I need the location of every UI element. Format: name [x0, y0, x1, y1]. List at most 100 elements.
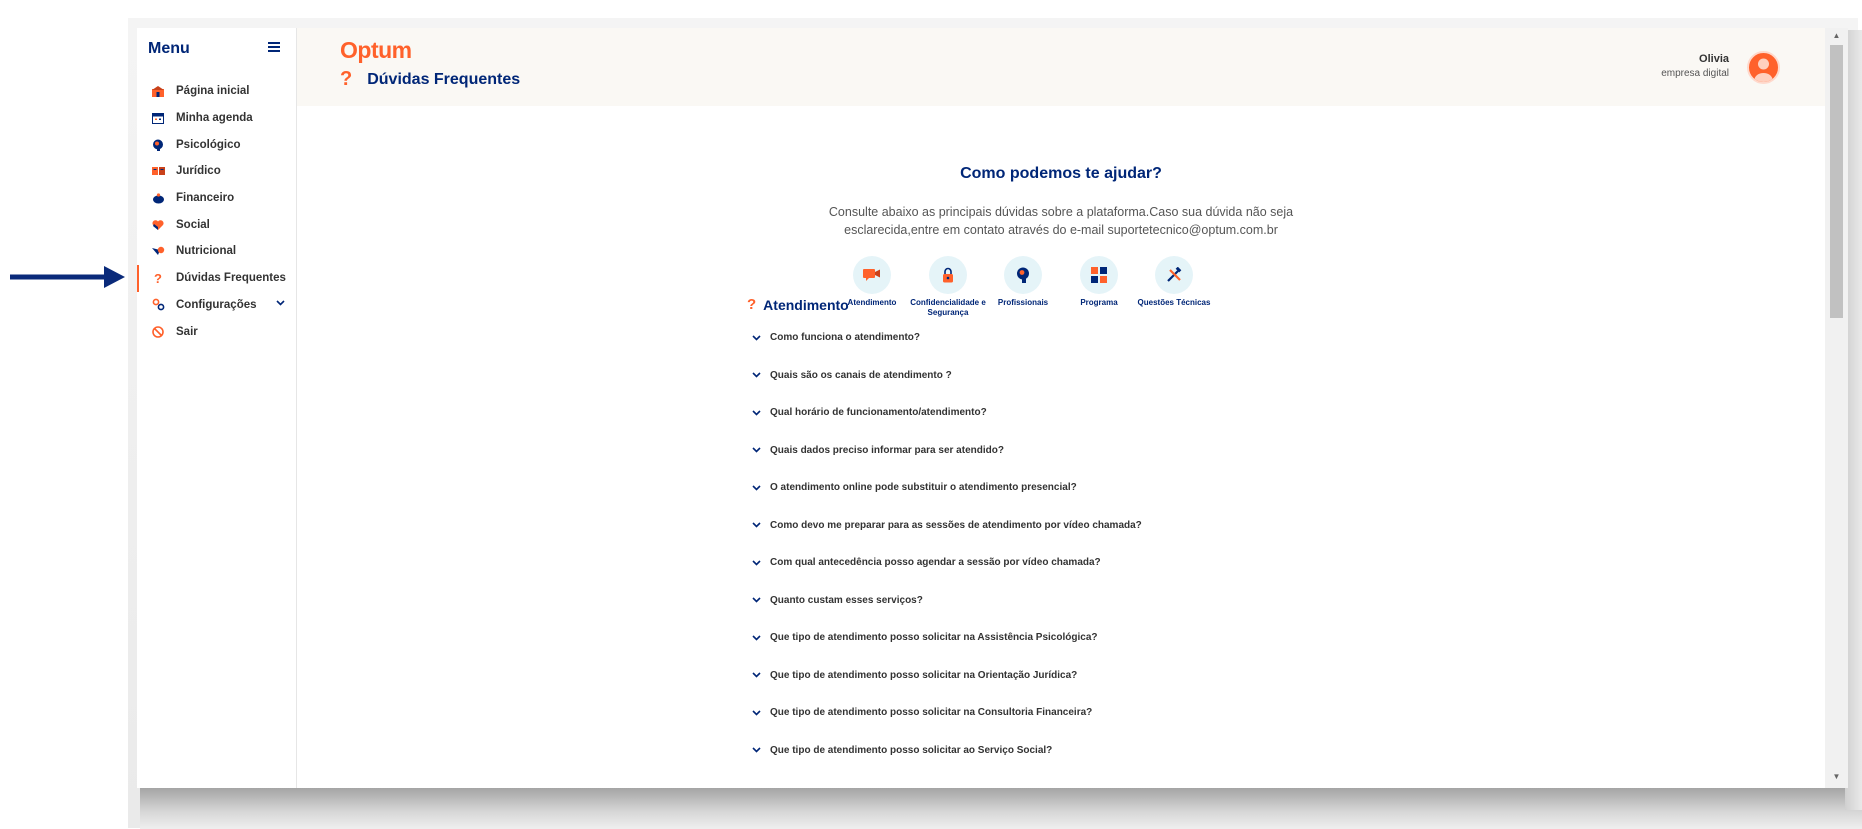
faq-item[interactable]: Que tipo de atendimento posso solicitar …	[752, 694, 1452, 732]
faq-item[interactable]: Que tipo de atendimento posso solicitar …	[752, 732, 1452, 770]
section-title: Atendimento	[763, 296, 849, 313]
category-label: Questões Técnicas	[1137, 298, 1211, 307]
head-icon	[1017, 267, 1029, 283]
sidebar-item-label: Jurídico	[176, 165, 221, 178]
sidebar-item-sair[interactable]: Sair	[137, 318, 297, 345]
page-title: Dúvidas Frequentes	[367, 70, 521, 88]
category-profissionais[interactable]: Profissionais	[983, 256, 1063, 308]
faq-question: Qual horário de funcionamento/atendiment…	[770, 407, 987, 419]
scrollbar-thumb[interactable]	[1830, 45, 1843, 318]
faq-question: Que tipo de atendimento posso solicitar …	[770, 632, 1098, 644]
chevron-down-icon	[752, 410, 763, 416]
page-title-row: ? Dúvidas Frequentes	[340, 68, 520, 91]
sidebar-item-label: Configurações	[176, 298, 257, 311]
hands-heart-icon	[151, 218, 165, 232]
sidebar-item-configuracoes[interactable]: Configurações	[137, 292, 297, 319]
help-title: Como podemos te ajudar?	[960, 165, 1162, 182]
scroll-down-arrow-icon[interactable]: ▼	[1825, 772, 1848, 782]
sidebar-item-minha-agenda[interactable]: Minha agenda	[137, 105, 297, 132]
faq-item[interactable]: Que tipo de atendimento posso solicitar …	[752, 619, 1452, 657]
avatar[interactable]	[1747, 51, 1780, 84]
faq-categories: Atendimento Confidencialidade e Seguranç…	[807, 256, 1317, 326]
chevron-down-icon	[752, 635, 763, 641]
faq-item[interactable]: Que tipo de atendimento posso solicitar …	[752, 657, 1452, 695]
sidebar-item-pagina-inicial[interactable]: Página inicial	[137, 78, 297, 105]
user-company: empresa digital	[1661, 68, 1729, 79]
video-chat-icon	[863, 269, 880, 281]
sidebar-item-social[interactable]: Social	[137, 211, 297, 238]
faq-question: Como funciona o atendimento?	[770, 332, 920, 344]
sidebar-item-financeiro[interactable]: Financeiro	[137, 185, 297, 212]
faq-item[interactable]: Quais dados preciso informar para ser at…	[752, 432, 1452, 470]
faq-item[interactable]: Com qual antecedência posso agendar a se…	[752, 544, 1452, 582]
scroll-up-arrow-icon[interactable]: ▲	[1825, 31, 1848, 41]
faq-question: Quais são os canais de atendimento ?	[770, 369, 952, 381]
category-label: Confidencialidade e Segurança	[910, 298, 986, 317]
chevron-down-icon	[752, 672, 763, 678]
chevron-down-icon	[752, 485, 763, 491]
faq-question: Que tipo de atendimento posso solicitar …	[770, 707, 1093, 719]
faq-question: Quais dados preciso informar para ser at…	[770, 444, 1004, 456]
law-book-icon	[151, 164, 165, 178]
category-label: Programa	[1080, 298, 1118, 307]
faq-question: Quanto custam esses serviços?	[770, 594, 923, 606]
settings-gears-icon	[151, 298, 165, 312]
sidebar-item-duvidas-frequentes[interactable]: ? Dúvidas Frequentes	[137, 264, 297, 292]
faq-item[interactable]: Como funciona o atendimento?	[752, 319, 1452, 357]
sidebar: Menu Página inicial Minha agenda Psicoló…	[137, 28, 297, 788]
question-mark-icon: ?	[340, 68, 353, 90]
sidebar-item-psicologico[interactable]: Psicológico	[137, 131, 297, 158]
vertical-scrollbar[interactable]: ▲ ▼	[1825, 28, 1848, 788]
calendar-icon	[151, 111, 165, 125]
nutrition-icon	[151, 244, 165, 258]
app-window: Menu Página inicial Minha agenda Psicoló…	[137, 28, 1848, 788]
top-header: Optum ? Dúvidas Frequentes Olivia empres…	[297, 28, 1825, 106]
chevron-down-icon	[752, 710, 763, 716]
faq-list: Como funciona o atendimento? Quais são o…	[752, 319, 1452, 769]
category-programa[interactable]: Programa	[1059, 256, 1139, 308]
chevron-down-icon	[752, 335, 763, 341]
sidebar-item-label: Sair	[176, 325, 198, 338]
sidebar-nav: Página inicial Minha agenda Psicológico …	[137, 78, 297, 345]
chevron-down-icon[interactable]	[276, 299, 285, 306]
hamburger-menu-icon[interactable]	[268, 42, 280, 54]
sidebar-item-label: Financeiro	[176, 192, 235, 205]
brain-head-icon	[151, 138, 165, 152]
chevron-down-icon	[752, 597, 763, 603]
chevron-down-icon	[752, 447, 763, 453]
logout-prohibited-icon	[151, 325, 165, 339]
sidebar-item-label: Nutricional	[176, 245, 237, 258]
window-shadow-bottom	[140, 785, 1862, 829]
question-mark-icon: ?	[154, 270, 162, 286]
faq-question: Que tipo de atendimento posso solicitar …	[770, 669, 1078, 681]
chevron-down-icon	[752, 560, 763, 566]
chevron-down-icon	[752, 522, 763, 528]
chevron-down-icon	[752, 747, 763, 753]
faq-question: O atendimento online pode substituir o a…	[770, 482, 1077, 494]
faq-question: Como devo me preparar para as sessões de…	[770, 519, 1142, 531]
faq-item[interactable]: Quais são os canais de atendimento ?	[752, 357, 1452, 395]
sidebar-item-juridico[interactable]: Jurídico	[137, 158, 297, 185]
category-label: Profissionais	[997, 298, 1049, 307]
sidebar-item-label: Minha agenda	[176, 112, 253, 125]
faq-item[interactable]: Como devo me preparar para as sessões de…	[752, 507, 1452, 545]
help-description: Consulte abaixo as principais dúvidas so…	[828, 205, 1294, 237]
lock-icon	[943, 267, 953, 283]
tools-icon	[1167, 267, 1182, 282]
optum-logo[interactable]: Optum	[340, 37, 412, 64]
menu-title: Menu	[148, 40, 190, 57]
faq-question: Que tipo de atendimento posso solicitar …	[770, 744, 1053, 756]
faq-item[interactable]: O atendimento online pode substituir o a…	[752, 469, 1452, 507]
grid-icon	[1091, 267, 1107, 283]
faq-item[interactable]: Quanto custam esses serviços?	[752, 582, 1452, 620]
faq-item[interactable]: Qual horário de funcionamento/atendiment…	[752, 394, 1452, 432]
piggy-bank-icon	[151, 191, 165, 205]
sidebar-item-nutricional[interactable]: Nutricional	[137, 238, 297, 265]
sidebar-item-label: Psicológico	[176, 138, 241, 151]
question-mark-icon: ?	[747, 296, 757, 313]
category-confidencialidade[interactable]: Confidencialidade e Segurança	[908, 256, 988, 318]
home-icon	[151, 84, 165, 98]
user-name: Olivia	[1699, 53, 1729, 65]
category-questoes-tecnicas[interactable]: Questões Técnicas	[1134, 256, 1214, 308]
sidebar-item-label: Social	[176, 218, 210, 231]
